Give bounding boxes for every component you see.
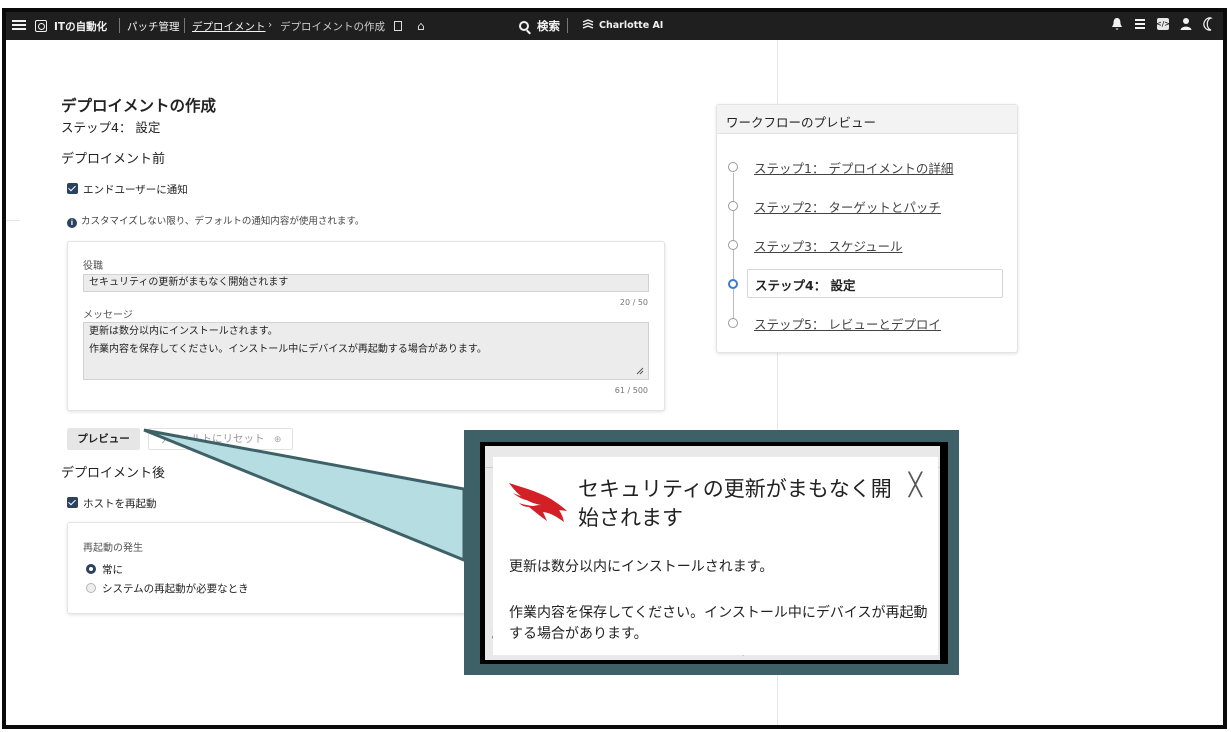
popup-body-line-1: 更新は数分以内にインストールされます。	[509, 559, 774, 575]
falcon-logo	[509, 483, 567, 522]
notification-popup: セキュリティの更新がまもなく開始されます ╳ 更新は数分以内にインストールされま…	[493, 457, 938, 655]
popup-body-line-2: 作業内容を保存してください。インストール中にデバイスが再起動する場合があります。	[509, 605, 928, 642]
close-icon[interactable]: ╳	[909, 475, 922, 497]
popup-title: セキュリティの更新がまもなく開始されます	[578, 477, 892, 530]
screenshot-frame: ITの自動化 パッチ管理 デプロイメント › デプロイメントの作成 ⌂ 検索 C…	[2, 8, 1227, 729]
